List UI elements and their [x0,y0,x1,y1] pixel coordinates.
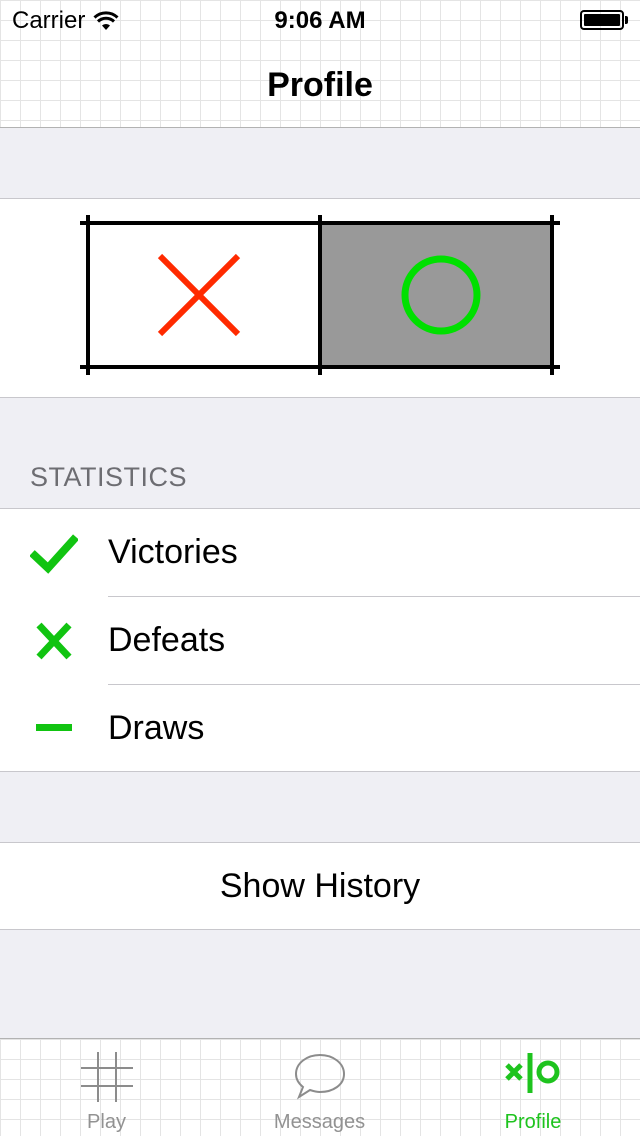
page-title: Profile [267,66,373,104]
clock: 9:06 AM [274,7,366,34]
status-bar: Carrier 9:06 AM [0,0,640,40]
player-mark-selector [0,198,640,398]
minus-icon [36,724,72,731]
stat-row-draws[interactable]: Draws [0,685,640,773]
speech-bubble-icon [294,1053,345,1100]
stat-label-defeats: Defeats [108,621,226,659]
stat-label-victories: Victories [108,533,238,571]
xo-icon [505,1053,560,1093]
cross-icon [36,622,72,660]
grid-icon [80,1052,133,1102]
tab-profile[interactable]: Profile [426,1039,640,1136]
stat-row-defeats[interactable]: Defeats [0,597,640,685]
tab-label-profile: Profile [504,1111,562,1133]
tab-label-play: Play [87,1111,126,1133]
o-mark-cell[interactable] [322,225,550,365]
show-history-button[interactable]: Show History [0,842,640,930]
tab-label-messages: Messages [273,1111,366,1133]
tab-play[interactable]: Play [0,1039,213,1136]
stat-row-victories[interactable]: Victories [0,509,640,597]
board-preview [80,215,560,375]
navigation-header: Carrier 9:06 AM Profile [0,0,640,128]
battery-icon [580,10,628,30]
statistics-section-header: STATISTICS [30,462,188,492]
stat-label-draws: Draws [108,709,205,747]
checkmark-icon [30,534,78,574]
tab-bar: Play Messages Profile [0,1038,640,1136]
tab-messages[interactable]: Messages [213,1039,426,1136]
x-mark-cell[interactable] [90,225,318,365]
statistics-list: Victories Defeats Draws [0,508,640,772]
